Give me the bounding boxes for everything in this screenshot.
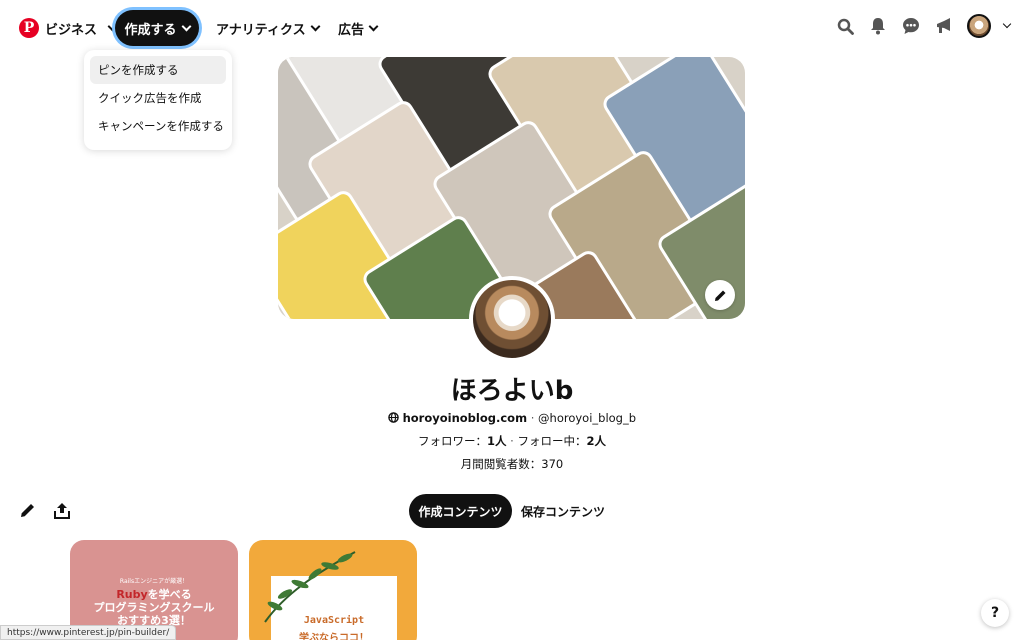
chevron-down-icon: [181, 21, 191, 31]
profile-avatar[interactable]: [469, 276, 555, 362]
pin-title-rest: を学べる: [147, 588, 192, 601]
pin-title-line: プログラミングスクール: [93, 601, 215, 614]
ads-menu-label: 広告: [338, 23, 365, 38]
profile-name: ほろよいb: [450, 376, 574, 406]
menu-item-quick-ad[interactable]: クイック広告を作成: [90, 84, 226, 112]
following-link[interactable]: フォロー中：2人: [517, 434, 606, 448]
pin-title: Rubyを学べる プログラミングスクール おすすめ3選！: [70, 588, 238, 627]
chevron-down-icon: [310, 21, 321, 32]
followers-link[interactable]: フォロワー：1人: [418, 434, 507, 448]
pin-title: JavaScript 学ぶならココ！: [271, 612, 397, 640]
analytics-menu[interactable]: アナリティクス: [216, 19, 321, 38]
chevron-down-icon: [368, 21, 379, 32]
chevron-down-icon[interactable]: [1002, 19, 1012, 29]
pencil-icon: [714, 290, 725, 301]
meta-separator: ·: [530, 411, 535, 425]
menu-item-create-campaign[interactable]: キャンペーンを作成する: [90, 112, 226, 140]
monthly-views: 月間閲覧者数：370: [0, 456, 1024, 472]
pencil-icon: [21, 504, 34, 517]
pin-subtitle: Railsエンジニアが厳選！: [119, 578, 189, 585]
help-button[interactable]: ?: [981, 599, 1009, 627]
edit-cover-button[interactable]: [705, 280, 735, 310]
follow-stats: フォロワー：1人 · フォロー中：2人: [0, 433, 1024, 449]
avatar[interactable]: [967, 14, 991, 38]
menu-item-create-pin[interactable]: ピンを作成する: [90, 56, 226, 84]
followers-label: フォロワー：: [418, 434, 487, 448]
profile-handle: @horoyoi_blog_b: [538, 411, 637, 425]
pin-title-line: 学ぶならココ！: [299, 633, 369, 640]
monthly-views-value: 370: [541, 457, 564, 471]
megaphone-icon[interactable]: [934, 16, 954, 36]
analytics-menu-label: アナリティクス: [216, 23, 306, 38]
monthly-views-label: 月間閲覧者数：: [460, 457, 542, 471]
following-label: フォロー中：: [517, 434, 587, 448]
followers-count: 1人: [487, 434, 507, 448]
header-actions: [835, 14, 1012, 38]
edit-profile-button[interactable]: [20, 502, 38, 520]
profile-website-link[interactable]: horoyoinoblog.com: [403, 411, 527, 425]
business-menu-label: ビジネス: [45, 22, 98, 38]
status-bar-url: https://www.pinterest.jp/pin-builder/: [0, 625, 177, 640]
business-menu[interactable]: P ビジネス: [19, 18, 118, 38]
create-menu-dropdown: ピンを作成する クイック広告を作成 キャンペーンを作成する: [84, 50, 232, 150]
top-navigation: P ビジネス 作成する アナリティクス 広告: [0, 0, 1024, 56]
pin-title-highlight: Ruby: [116, 588, 148, 601]
following-count: 2人: [586, 434, 606, 448]
pinterest-logo-icon: P: [19, 18, 39, 38]
pin-title-line: JavaScript: [303, 615, 365, 626]
meta-separator: ·: [510, 434, 514, 448]
tab-created[interactable]: 作成コンテンツ: [409, 494, 512, 528]
message-icon[interactable]: [901, 16, 921, 36]
globe-icon: [388, 411, 403, 425]
create-menu-label: 作成する: [124, 22, 177, 38]
create-menu-button[interactable]: 作成する: [115, 10, 199, 46]
share-button[interactable]: [54, 502, 72, 520]
search-icon[interactable]: [835, 16, 855, 36]
upload-icon: [54, 503, 70, 519]
profile-links: horoyoinoblog.com · @horoyoi_blog_b: [0, 411, 1024, 425]
ads-menu[interactable]: 広告: [338, 19, 379, 38]
pin-card[interactable]: JavaScript 学ぶならココ！: [249, 540, 417, 640]
tab-saved[interactable]: 保存コンテンツ: [516, 494, 610, 528]
bell-icon[interactable]: [868, 16, 888, 36]
